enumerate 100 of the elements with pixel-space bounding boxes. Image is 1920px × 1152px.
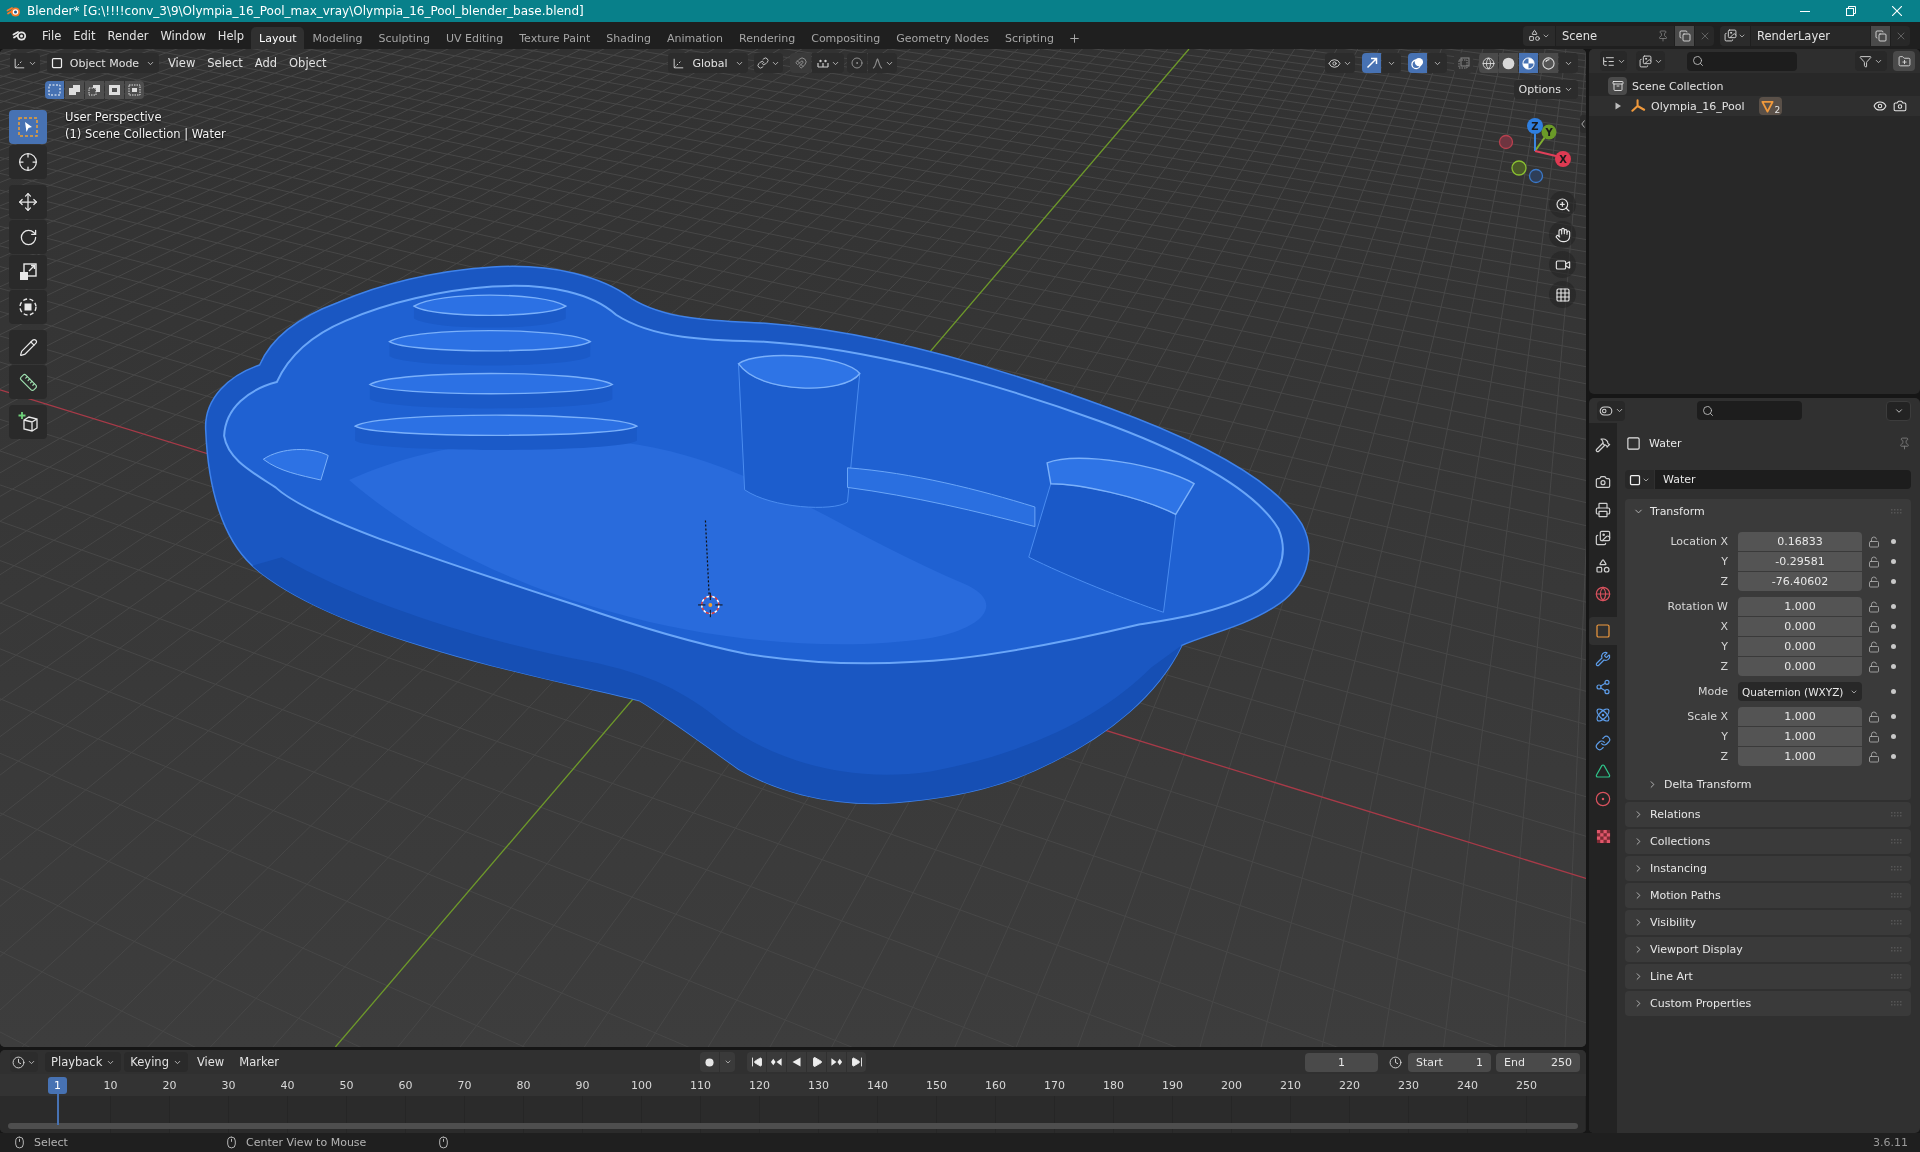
workspace-tab[interactable]: Shading	[598, 27, 659, 49]
shading-mode-button[interactable]	[1479, 53, 1498, 73]
mode-dropdown[interactable]: Object Mode	[47, 53, 159, 73]
menu-dropdown[interactable]: Playback	[45, 1052, 122, 1072]
open-padlock-icon[interactable]	[1868, 710, 1880, 723]
end-frame-field[interactable]: End 250	[1496, 1052, 1580, 1072]
keyframe-dot-icon[interactable]	[1891, 714, 1896, 719]
pivot-dropdown[interactable]	[754, 53, 783, 73]
menu-dropdown[interactable]: Keying	[124, 1052, 188, 1072]
editor-type-button[interactable]	[10, 53, 40, 73]
overlay-toggle[interactable]	[1408, 53, 1427, 73]
object-name-field[interactable]: Water	[1655, 470, 1911, 489]
panel-header[interactable]: Collections	[1625, 829, 1911, 854]
playhead[interactable]: 1	[48, 1077, 67, 1125]
panel-header[interactable]: Line Art	[1625, 964, 1911, 989]
workspace-tab[interactable]: Scripting	[996, 27, 1062, 49]
open-padlock-icon[interactable]	[1868, 600, 1880, 613]
tool-button[interactable]	[9, 365, 47, 399]
zoom-button[interactable]	[1549, 191, 1576, 218]
grid-view-button[interactable]	[1549, 281, 1576, 308]
scene-browse-button[interactable]	[1523, 25, 1555, 46]
object-browse-button[interactable]	[1625, 470, 1654, 489]
next-keyframe-button[interactable]	[827, 1052, 846, 1072]
menu-item[interactable]: Marker	[233, 1053, 285, 1071]
number-field[interactable]: 1.000	[1738, 727, 1862, 746]
scene-name-field[interactable]: Scene	[1556, 25, 1674, 46]
workspace-tab[interactable]: Geometry Nodes	[888, 27, 997, 49]
keyframe-dot-icon[interactable]	[1891, 559, 1896, 564]
menu-item[interactable]: Render	[101, 25, 155, 46]
current-frame-field[interactable]: 1	[1305, 1052, 1378, 1072]
menu-item[interactable]: Window	[154, 25, 212, 46]
workspace-tab[interactable]: Texture Paint	[511, 27, 599, 49]
new-scene-button[interactable]	[1675, 25, 1694, 46]
panel-header[interactable]: Relations	[1625, 802, 1911, 827]
panel-header[interactable]: Transform	[1625, 499, 1911, 524]
editor-type-button[interactable]	[1597, 400, 1625, 421]
open-padlock-icon[interactable]	[1868, 640, 1880, 653]
orientation-dropdown[interactable]: Global	[668, 53, 748, 73]
jump-start-button[interactable]	[747, 1052, 766, 1072]
workspace-tab[interactable]: Rendering	[731, 27, 804, 49]
open-padlock-icon[interactable]	[1868, 575, 1880, 588]
workspace-tab[interactable]: Layout	[251, 27, 305, 49]
pan-button[interactable]	[1549, 221, 1576, 248]
negative-x-handle[interactable]	[1498, 134, 1514, 150]
number-field[interactable]: -76.40602	[1738, 572, 1862, 591]
filter-dropdown[interactable]	[1855, 51, 1887, 71]
shading-mode-button[interactable]	[1539, 53, 1558, 73]
proportional-toggle[interactable]	[847, 53, 867, 73]
search-field[interactable]	[1687, 51, 1797, 71]
negative-y-handle[interactable]	[1511, 160, 1527, 176]
panel-header[interactable]: Viewport Display	[1625, 937, 1911, 962]
options-dropdown[interactable]: Options	[1513, 80, 1578, 99]
number-field[interactable]: 0.000	[1738, 637, 1862, 656]
keyframe-dot-icon[interactable]	[1891, 644, 1896, 649]
number-field[interactable]: 1.000	[1738, 597, 1862, 616]
open-padlock-icon[interactable]	[1868, 730, 1880, 743]
number-field[interactable]: 1.000	[1738, 707, 1862, 726]
keyframe-dot-icon[interactable]	[1891, 579, 1896, 584]
mesh-data-badge[interactable]: 2	[1759, 97, 1783, 115]
panel-header[interactable]: Motion Paths	[1625, 883, 1911, 908]
play-button[interactable]	[807, 1052, 826, 1072]
jump-end-button[interactable]	[847, 1052, 866, 1072]
keyframe-dot-icon[interactable]	[1891, 689, 1896, 694]
menu-item[interactable]: File	[36, 25, 68, 46]
view-layer-name-field[interactable]: RenderLayer	[1751, 25, 1870, 46]
workspace-tab[interactable]: Compositing	[803, 27, 889, 49]
gizmo-toggle[interactable]	[1362, 53, 1381, 73]
panel-header[interactable]: Visibility	[1625, 910, 1911, 935]
camera-view-button[interactable]	[1549, 251, 1576, 278]
visibility-dropdown[interactable]	[1325, 53, 1355, 73]
editor-type-button[interactable]	[10, 1052, 38, 1072]
outliner-row[interactable]: Olympia_16_Pool 2	[1589, 96, 1920, 116]
negative-z-handle[interactable]	[1528, 168, 1544, 184]
keyframe-dot-icon[interactable]	[1891, 604, 1896, 609]
tool-button[interactable]	[9, 405, 47, 439]
number-field[interactable]: -0.29581	[1738, 552, 1862, 571]
outliner-item-label[interactable]: Olympia_16_Pool	[1651, 99, 1745, 113]
tool-button[interactable]	[9, 220, 47, 254]
3d-viewport[interactable]: Object Mode View Select Add Object Global Options User Perspective (1) Scene Collection | Water Y Z X	[0, 49, 1586, 1047]
sidebar-toggle-button[interactable]	[1580, 115, 1586, 133]
menu-item[interactable]: Object	[283, 54, 333, 72]
workspace-tab[interactable]: UV Editing	[437, 27, 512, 49]
eye-icon[interactable]	[1873, 99, 1887, 113]
record-button[interactable]	[700, 1052, 719, 1072]
panel-header[interactable]: Custom Properties	[1625, 991, 1911, 1016]
number-field[interactable]: 0.000	[1738, 657, 1862, 676]
workspace-tab[interactable]: Modeling	[304, 27, 371, 49]
keyframe-dot-icon[interactable]	[1891, 539, 1896, 544]
tool-button[interactable]	[9, 255, 47, 289]
tool-button[interactable]	[9, 185, 47, 219]
keyframe-dot-icon[interactable]	[1891, 664, 1896, 669]
number-field[interactable]: 0.000	[1738, 617, 1862, 636]
display-mode-dropdown[interactable]	[1636, 51, 1665, 71]
new-view-layer-button[interactable]	[1871, 25, 1890, 46]
number-field[interactable]: 0.16833	[1738, 532, 1862, 551]
menu-item[interactable]: View	[162, 54, 202, 72]
workspace-tab[interactable]: Animation	[658, 27, 732, 49]
camera-icon[interactable]	[1893, 99, 1907, 113]
editor-type-button[interactable]	[1600, 51, 1627, 71]
x-axis-handle[interactable]: X	[1534, 150, 1571, 167]
